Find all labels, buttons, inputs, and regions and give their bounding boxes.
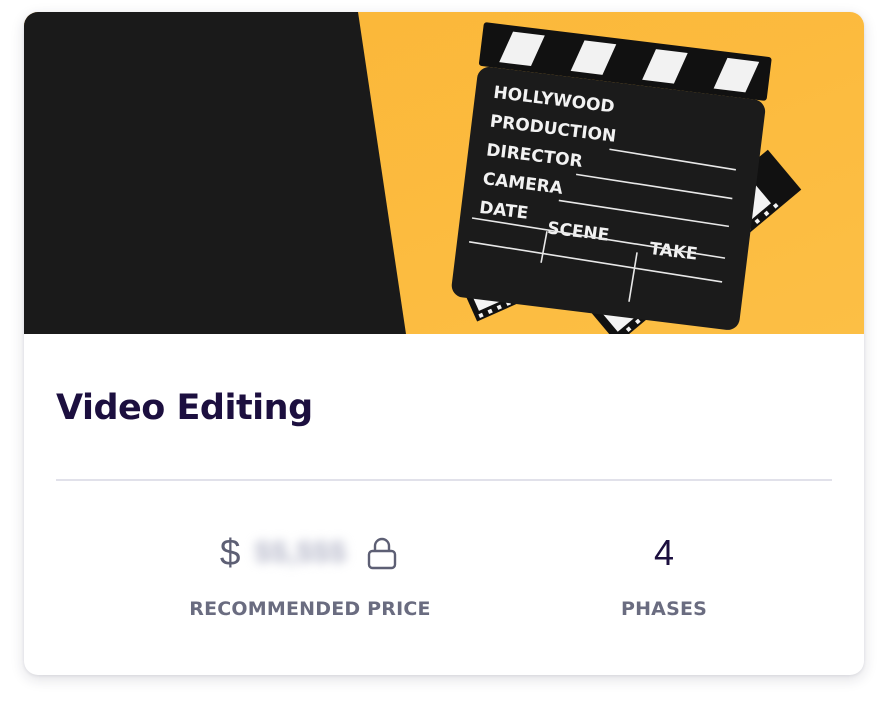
divider (56, 479, 832, 481)
service-card[interactable]: HOLLYWOOD PRODUCTION DIRECTOR CAMERA DAT… (24, 12, 864, 675)
phases-count: 4 (653, 532, 675, 573)
clapperboard: HOLLYWOOD PRODUCTION DIRECTOR CAMERA DAT… (451, 22, 772, 330)
phases-label: PHASES (620, 598, 708, 620)
currency-symbol: $ (219, 532, 241, 573)
recommended-price-stat: $ $$,$$$ RECOMMENDED PRICE (160, 532, 460, 620)
phases-stat: 4 PHASES (564, 532, 764, 620)
service-title: Video Editing (56, 388, 313, 428)
hero-image: HOLLYWOOD PRODUCTION DIRECTOR CAMERA DAT… (24, 12, 864, 334)
phases-value-row: 4 (564, 532, 764, 574)
lock-icon[interactable] (364, 536, 400, 570)
price-value-blurred: $$,$$$ (254, 536, 347, 569)
recommended-price-label: RECOMMENDED PRICE (189, 598, 431, 620)
price-value-row: $ $$,$$$ (160, 532, 460, 574)
